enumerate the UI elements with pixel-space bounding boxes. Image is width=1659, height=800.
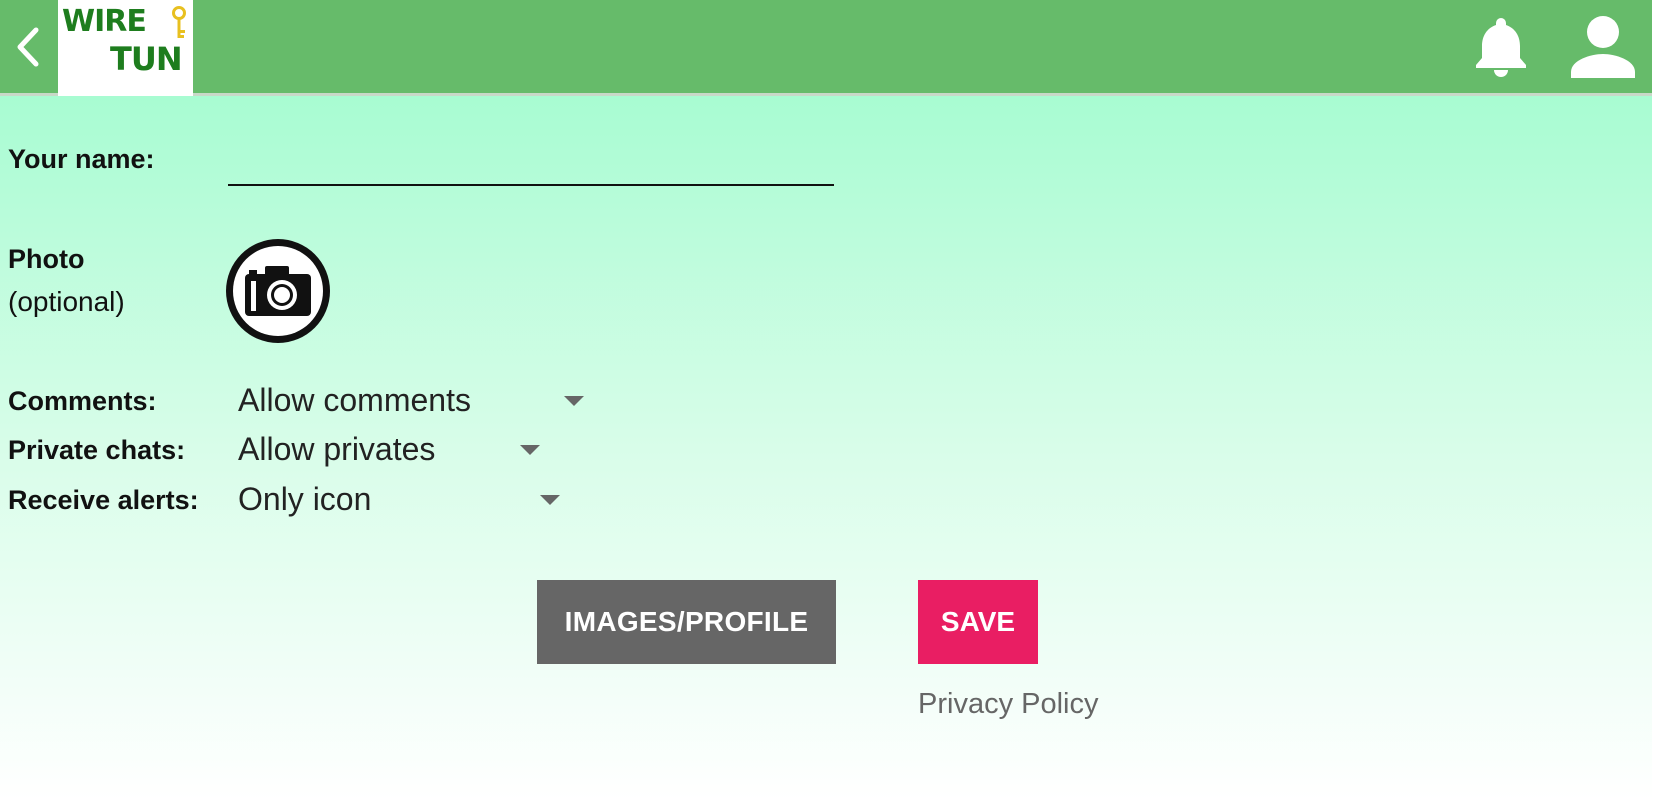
app-logo: WIRE TUN bbox=[58, 0, 193, 96]
top-app-bar: WIRE TUN bbox=[0, 0, 1652, 96]
comments-select[interactable]: Allow comments bbox=[238, 378, 588, 422]
save-button[interactable]: SAVE bbox=[918, 580, 1038, 664]
private-chats-select-value: Allow privates bbox=[238, 431, 436, 467]
images-profile-button[interactable]: IMAGES/PROFILE bbox=[537, 580, 836, 664]
logo-text-top: WIRE bbox=[62, 4, 147, 39]
key-icon bbox=[172, 6, 186, 38]
profile-button[interactable] bbox=[1568, 14, 1638, 78]
camera-icon bbox=[226, 239, 330, 343]
back-button[interactable] bbox=[10, 22, 50, 72]
chevron-down-icon bbox=[540, 495, 560, 505]
profile-form: Your name: Photo (optional) Comments: Al… bbox=[0, 96, 1652, 800]
private-chats-select[interactable]: Allow privates bbox=[238, 427, 544, 471]
photo-optional-label: (optional) bbox=[8, 286, 125, 317]
user-icon bbox=[1571, 16, 1635, 78]
receive-alerts-select[interactable]: Only icon bbox=[238, 477, 564, 521]
photo-upload-button[interactable] bbox=[223, 236, 333, 346]
name-input[interactable] bbox=[228, 146, 834, 186]
chevron-down-icon bbox=[564, 396, 584, 406]
app-window: WIRE TUN Your name: Photo (optional) Com… bbox=[0, 0, 1652, 800]
chevron-left-icon bbox=[17, 27, 39, 67]
private-chats-label: Private chats: bbox=[8, 435, 186, 465]
photo-label: Photo bbox=[8, 244, 85, 274]
receive-alerts-select-value: Only icon bbox=[238, 481, 372, 517]
bell-icon bbox=[1476, 18, 1526, 77]
receive-alerts-label: Receive alerts: bbox=[8, 485, 199, 515]
notifications-button[interactable] bbox=[1470, 14, 1532, 78]
comments-select-value: Allow comments bbox=[238, 382, 471, 418]
privacy-policy-link[interactable]: Privacy Policy bbox=[918, 688, 1099, 721]
name-label: Your name: bbox=[8, 144, 155, 174]
chevron-down-icon bbox=[520, 445, 540, 455]
comments-label: Comments: bbox=[8, 386, 157, 416]
logo-text-bottom: TUN bbox=[110, 40, 183, 78]
